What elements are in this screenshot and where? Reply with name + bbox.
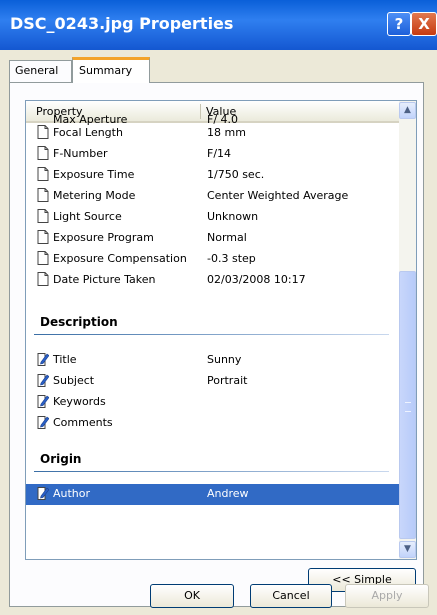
document-icon [37,188,49,202]
scroll-up-button[interactable]: ▲ [399,102,416,119]
list-item[interactable]: Subject Portrait [26,371,399,392]
property-value[interactable]: Portrait [207,374,247,387]
property-label: Comments [53,416,113,429]
document-icon [37,272,49,286]
property-value: 02/03/2008 10:17 [207,273,306,286]
property-value: Normal [207,231,247,244]
property-label: Subject [53,374,95,387]
scroll-down-button[interactable]: ▼ [399,541,416,558]
edit-document-icon [37,353,49,366]
section-heading: Description [40,315,118,329]
window-title: DSC_0243.jpg Properties [10,14,234,33]
property-label: Metering Mode [53,189,136,202]
property-label: Keywords [53,395,106,408]
property-value: Unknown [207,210,259,223]
property-list[interactable]: Property Value Max Aperture F/ 4.0 Focal… [25,100,417,560]
list-item-selected[interactable]: Author Andrew [26,484,399,505]
grip-icon [405,402,411,412]
property-label: F-Number [53,147,108,160]
property-value[interactable]: Sunny [207,353,241,366]
section-description: Description [34,312,389,335]
title-bar[interactable]: DSC_0243.jpg Properties ? X [0,0,437,50]
property-value: F/14 [207,147,232,160]
property-label: Focal Length [53,126,123,139]
property-label: Light Source [53,210,122,223]
document-icon [37,146,49,160]
tab-summary[interactable]: Summary [72,57,150,83]
property-label: Date Picture Taken [53,273,156,286]
property-value[interactable]: Andrew [207,487,249,500]
property-value: 18 mm [207,126,246,139]
list-item[interactable]: Exposure Compensation -0.3 step [26,249,399,270]
document-icon [37,125,49,139]
list-item[interactable]: Exposure Time 1/750 sec. [26,165,399,186]
property-label: Author [53,487,91,500]
help-button[interactable]: ? [387,12,411,36]
document-icon [37,167,49,181]
list-item[interactable]: Comments [26,413,399,434]
list-item[interactable]: F-Number F/14 [26,144,399,165]
list-item[interactable]: Exposure Program Normal [26,228,399,249]
list-item[interactable]: Metering Mode Center Weighted Average [26,186,399,207]
tab-general[interactable]: General [9,60,72,82]
section-heading: Origin [40,452,82,466]
vertical-scrollbar[interactable]: ▲ ▼ [399,101,416,559]
apply-button[interactable]: Apply [345,584,429,608]
edit-document-icon [37,487,49,500]
section-origin: Origin [34,449,389,472]
ok-button[interactable]: OK [150,584,234,608]
document-icon [37,209,49,223]
scroll-thumb[interactable] [399,271,416,539]
property-label: Exposure Time [53,168,135,181]
edit-document-icon [37,395,49,408]
property-value: Center Weighted Average [207,189,349,202]
property-label: Exposure Compensation [53,252,187,265]
list-item[interactable]: Focal Length 18 mm [26,123,399,144]
document-icon [37,230,49,244]
section-divider [34,334,389,335]
close-button[interactable]: X [411,12,437,36]
edit-document-icon [37,374,49,387]
list-item[interactable]: Date Picture Taken 02/03/2008 10:17 [26,270,399,291]
properties-dialog: DSC_0243.jpg Properties ? X General Summ… [0,0,437,615]
list-item[interactable]: Title Sunny [26,350,399,371]
section-divider [34,471,389,472]
property-label: Title [53,353,77,366]
document-icon [37,251,49,265]
cancel-button[interactable]: Cancel [250,584,332,608]
property-value: -0.3 step [207,252,256,265]
list-item[interactable]: Keywords [26,392,399,413]
list-item[interactable]: Light Source Unknown [26,207,399,228]
property-value: 1/750 sec. [207,168,265,181]
edit-document-icon [37,416,49,429]
property-label: Exposure Program [53,231,154,244]
